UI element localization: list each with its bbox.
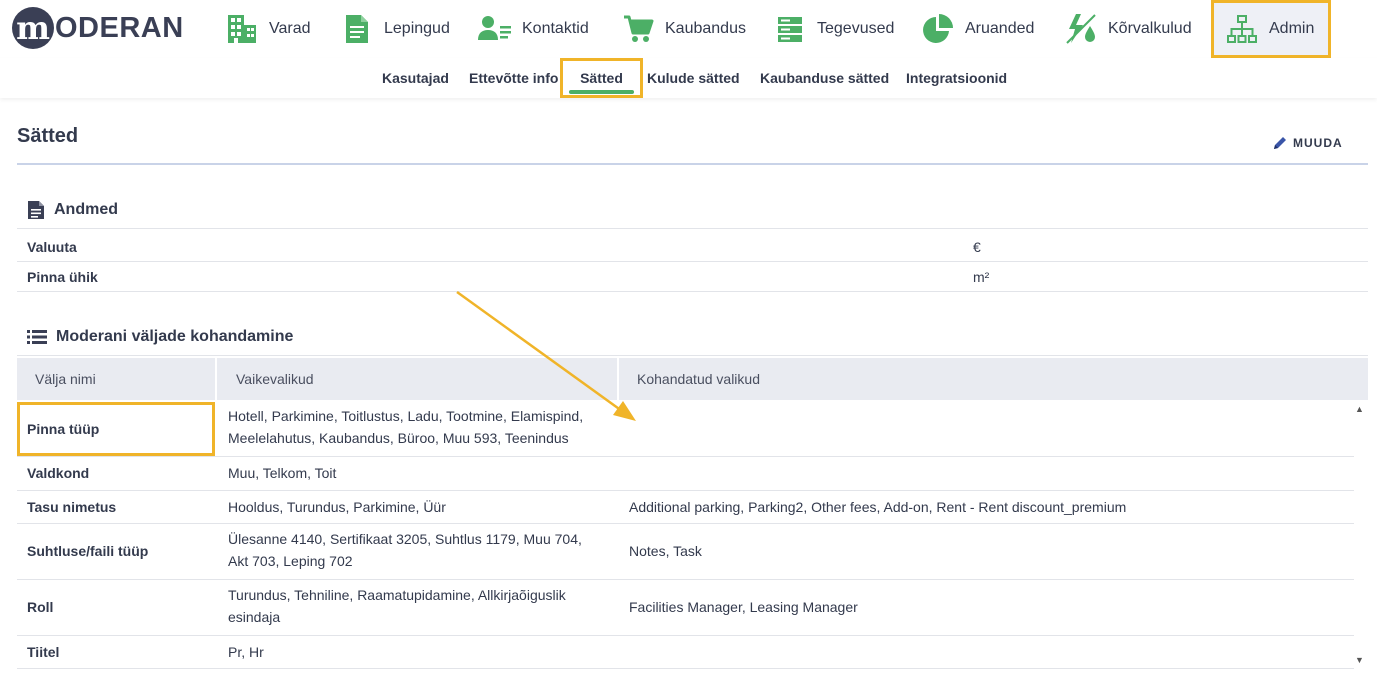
field-name: Tasu nimetus <box>27 499 117 515</box>
logo-mark: m <box>12 7 54 49</box>
custom-options: Additional parking, Parking2, Other fees… <box>629 499 1127 515</box>
scroll-up-arrow-icon[interactable]: ▲ <box>1355 404 1364 414</box>
pencil-icon <box>1274 137 1286 149</box>
tab-kaubanduse-satted[interactable]: Kaubanduse sätted <box>760 58 889 98</box>
nav-label: Kontaktid <box>522 20 589 37</box>
moderan-logo[interactable]: m ODERAN <box>12 6 184 50</box>
table-row[interactable]: Valdkond Muu, Telkom, Toit <box>17 457 1354 491</box>
nav-label: Kõrvalkulud <box>1108 20 1192 37</box>
column-header-field-name[interactable]: Välja nimi <box>35 358 96 400</box>
nav-label: Varad <box>269 20 311 37</box>
section-title: Andmed <box>54 201 118 218</box>
nav-label: Aruanded <box>965 20 1035 37</box>
tab-satted[interactable]: Sätted <box>560 58 643 98</box>
column-header-defaults[interactable]: Vaikevalikud <box>236 358 314 400</box>
table-row[interactable]: Roll Turundus, Tehniline, Raamatupidamin… <box>17 580 1354 636</box>
table-header: Välja nimi Vaikevalikud Kohandatud valik… <box>17 358 1368 400</box>
tab-kulude-satted[interactable]: Kulude sätted <box>647 58 740 98</box>
nav-label: Kaubandus <box>665 20 746 37</box>
list-icon <box>27 330 47 344</box>
tab-kasutajad[interactable]: Kasutajad <box>382 58 449 98</box>
tab-ettevotte-info[interactable]: Ettevõtte info <box>469 58 558 98</box>
divider <box>17 355 1368 356</box>
default-options: Ülesanne 4140, Sertifikaat 3205, Suhtlus… <box>228 531 582 569</box>
table-row[interactable]: Tiitel Pr, Hr <box>17 636 1354 669</box>
setting-value-valuuta: € <box>973 239 981 255</box>
nav-item-lepingud[interactable]: Lepingud <box>340 0 450 58</box>
default-options: Hotell, Parkimine, Toitlustus, Ladu, Too… <box>228 408 584 446</box>
column-header-custom[interactable]: Kohandatud valikud <box>637 358 760 400</box>
nav-item-korvalkulud[interactable]: Kõrvalkulud <box>1064 0 1192 58</box>
divider <box>17 228 1368 229</box>
building-icon <box>225 12 259 46</box>
default-options: Pr, Hr <box>228 644 264 660</box>
default-options: Turundus, Tehniline, Raamatupidamine, Al… <box>228 587 566 625</box>
setting-value-pinna-uhik: m² <box>973 269 990 285</box>
tab-label: Sätted <box>580 70 623 86</box>
nav-item-kaubandus[interactable]: Kaubandus <box>621 0 746 58</box>
nav-item-admin[interactable]: Admin <box>1211 0 1331 58</box>
nav-item-tegevused[interactable]: Tegevused <box>773 0 894 58</box>
active-tab-indicator <box>569 90 634 94</box>
sitemap-icon <box>1225 12 1259 46</box>
section-title: Moderani väljade kohandamine <box>56 328 294 345</box>
document-icon <box>28 201 44 219</box>
default-options: Hooldus, Turundus, Parkimine, Üür <box>228 499 446 515</box>
edit-button[interactable]: MUUDA <box>1272 135 1343 151</box>
column-separator <box>215 358 217 400</box>
field-name: Suhtluse/faili tüüp <box>27 543 149 559</box>
custom-options: Facilities Manager, Leasing Manager <box>629 599 858 615</box>
tab-integratsioonid[interactable]: Integratsioonid <box>906 58 1007 98</box>
setting-label-valuuta: Valuuta <box>27 239 77 255</box>
table-row[interactable]: Pinna tüüp Hotell, Parkimine, Toitlustus… <box>17 400 1354 457</box>
admin-subnavigation: Kasutajad Ettevõtte info Sätted Kulude s… <box>0 58 1377 98</box>
section-fields-heading: Moderani väljade kohandamine <box>27 328 293 346</box>
utilities-icon <box>1064 12 1098 46</box>
top-navigation: m ODERAN Varad Lepingud Kontaktid Kauban… <box>0 0 1377 59</box>
contacts-icon <box>478 12 512 46</box>
logo-text: ODERAN <box>55 11 184 44</box>
nav-item-kontaktid[interactable]: Kontaktid <box>478 0 589 58</box>
nav-label: Tegevused <box>817 20 895 37</box>
table-row[interactable]: Tasu nimetus Hooldus, Turundus, Parkimin… <box>17 491 1354 524</box>
nav-label: Lepingud <box>384 20 450 37</box>
custom-options: Notes, Task <box>629 543 702 559</box>
default-options: Muu, Telkom, Toit <box>228 465 337 481</box>
nav-label: Admin <box>1269 20 1315 37</box>
cart-icon <box>621 12 655 46</box>
setting-label-pinna-uhik: Pinna ühik <box>27 269 98 285</box>
highlight-annotation-box <box>17 402 215 456</box>
document-icon <box>340 12 374 46</box>
divider <box>17 261 1368 262</box>
title-divider <box>17 163 1368 165</box>
field-name: Valdkond <box>27 465 90 481</box>
table-row[interactable]: Suhtluse/faili tüüp Ülesanne 4140, Serti… <box>17 524 1354 580</box>
field-name: Roll <box>27 599 54 615</box>
server-icon <box>773 12 807 46</box>
pie-chart-icon <box>921 12 955 46</box>
section-andmed-heading: Andmed <box>27 200 118 220</box>
nav-item-aruanded[interactable]: Aruanded <box>921 0 1034 58</box>
edit-label: MUUDA <box>1293 136 1343 150</box>
page-title: Sätted <box>17 125 79 147</box>
scroll-down-arrow-icon[interactable]: ▼ <box>1355 655 1364 665</box>
nav-item-varad[interactable]: Varad <box>225 0 311 58</box>
field-name: Tiitel <box>27 644 60 660</box>
divider <box>17 291 1368 292</box>
column-separator <box>617 358 619 400</box>
